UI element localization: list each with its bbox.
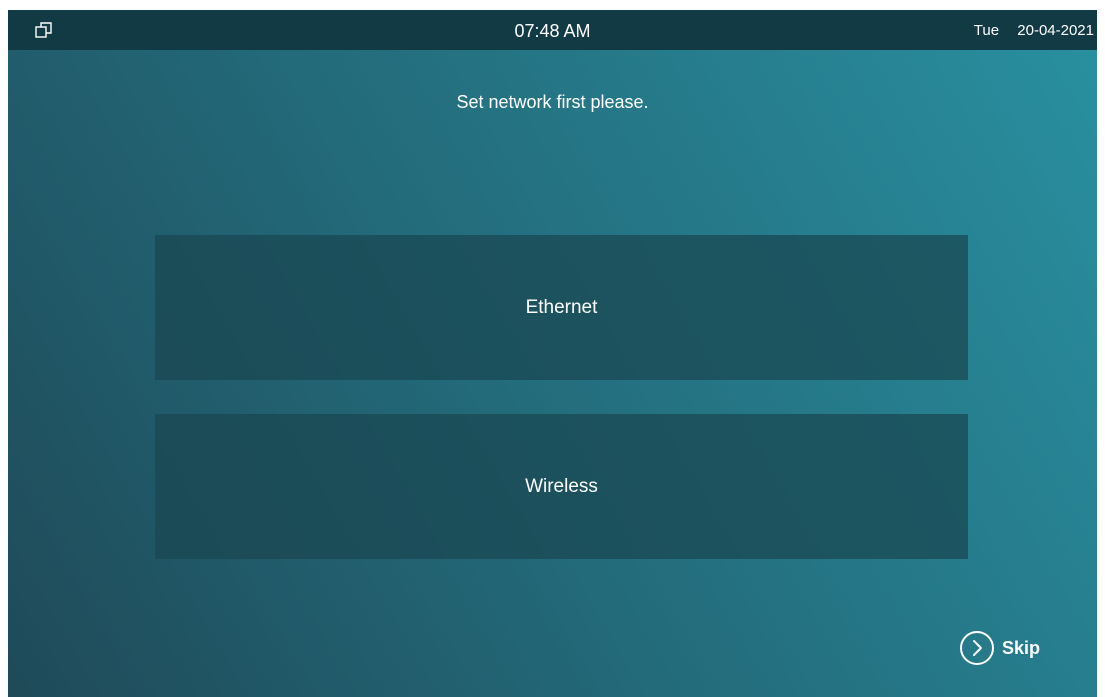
wireless-button[interactable]: Wireless xyxy=(155,414,968,559)
clock: 07:48 AM xyxy=(514,21,591,41)
chevron-right-circle-icon xyxy=(958,629,996,667)
weekday: Tue xyxy=(973,22,1000,39)
date-area: Tue 20-04-2021 xyxy=(974,22,1094,40)
setup-screen: 07:48 AM Tue 20-04-2021 Set network firs… xyxy=(8,10,1097,697)
status-bar: 07:48 AM Tue 20-04-2021 xyxy=(8,10,1097,50)
ethernet-button[interactable]: Ethernet xyxy=(155,235,968,380)
ethernet-label: Ethernet xyxy=(525,296,598,318)
skip-button[interactable]: Skip xyxy=(958,628,1040,668)
wireless-label: Wireless xyxy=(525,475,598,497)
network-prompt: Set network first please. xyxy=(456,92,649,112)
date: 20-04-2021 xyxy=(1017,22,1094,39)
skip-label: Skip xyxy=(1002,637,1041,658)
